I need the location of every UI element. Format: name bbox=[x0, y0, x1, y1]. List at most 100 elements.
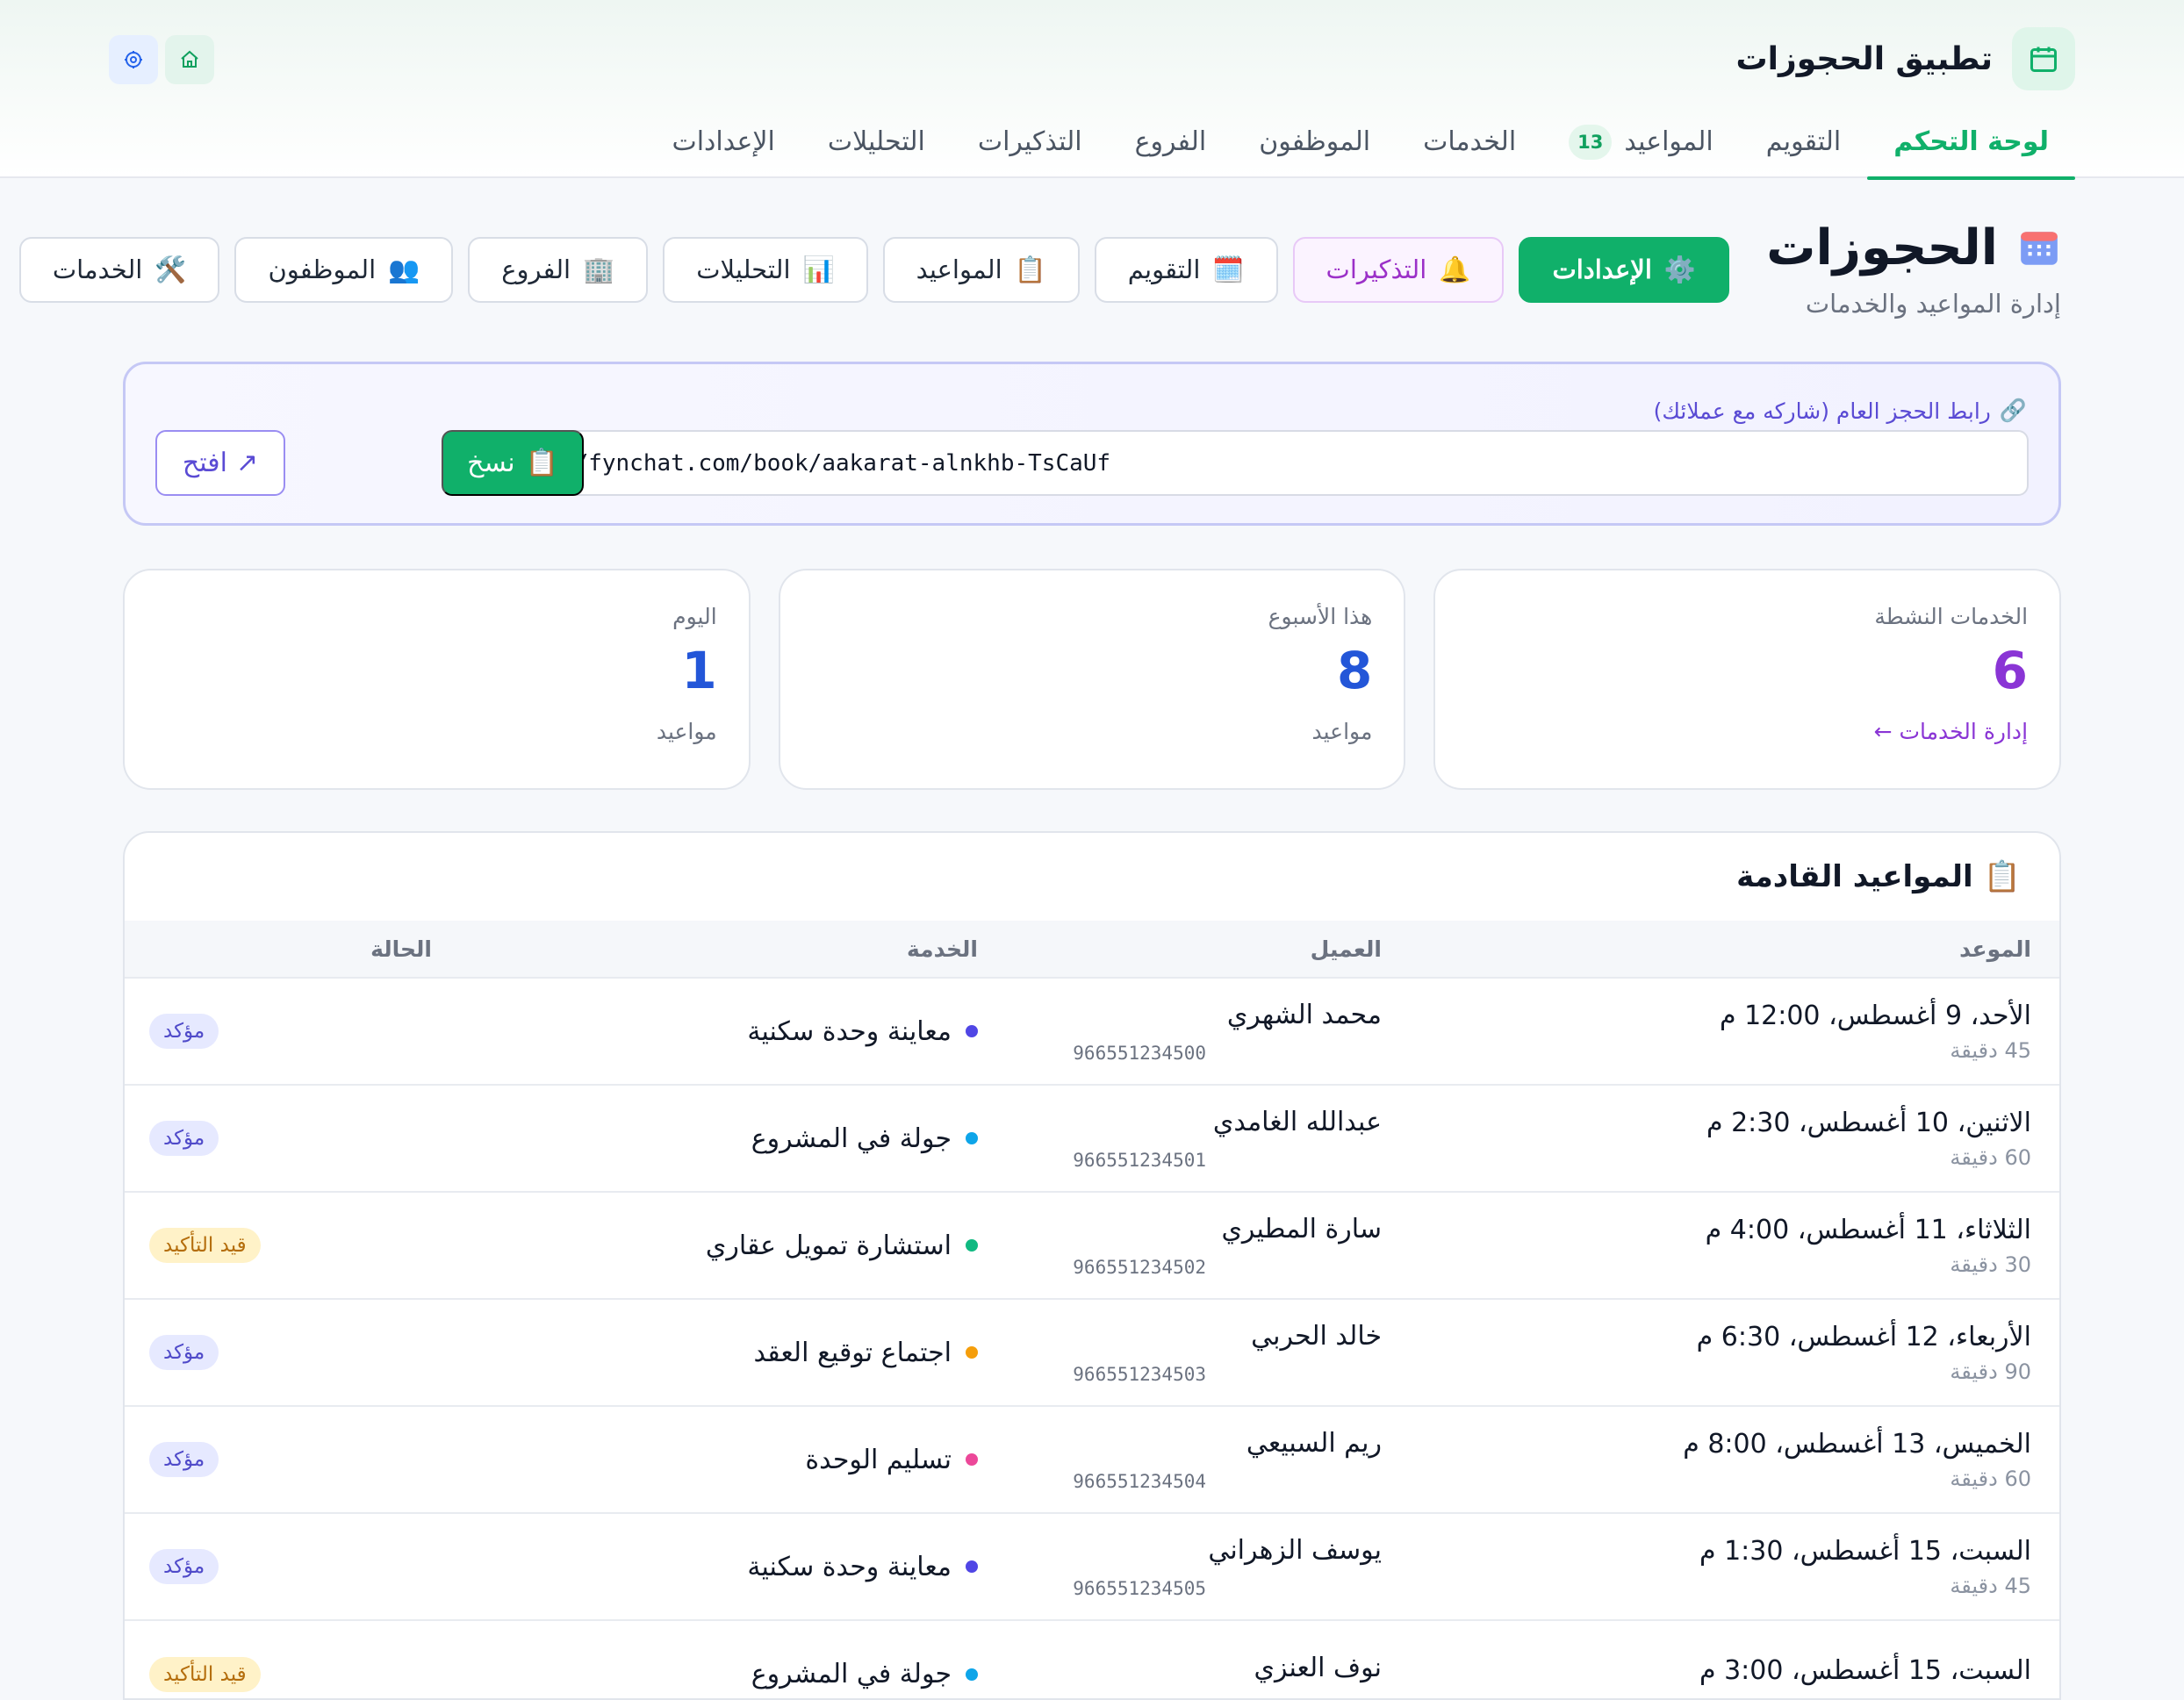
appointment-duration: 90 دقيقة bbox=[1950, 1359, 2031, 1384]
settings-button[interactable]: ⚙️ الإعدادات bbox=[1519, 237, 1729, 303]
appointment-duration: 45 دقيقة bbox=[1950, 1573, 2031, 1598]
booking-link-label: 🔗 رابط الحجز العام (شاركه مع عملائك) bbox=[1654, 398, 2027, 424]
clipboard-icon: 📋 bbox=[1983, 859, 2021, 894]
copy-link-button[interactable]: 📋 نسخ bbox=[442, 430, 584, 496]
customer-name: يوسف الزهراني bbox=[1208, 1534, 1382, 1566]
table-row[interactable]: السبت، 15 أغسطس، 1:30 م 45 دقيقة يوسف الز… bbox=[125, 1513, 2059, 1620]
open-label: افتح bbox=[182, 448, 227, 477]
tab-label: الفروع bbox=[1134, 126, 1207, 157]
service-name: معاينة وحدة سكنية bbox=[747, 1015, 952, 1047]
top-icons bbox=[109, 35, 214, 84]
service-name: جولة في المشروع bbox=[751, 1123, 952, 1154]
button-label: المواعيد bbox=[916, 256, 1002, 284]
appointment-datetime: الخميس، 13 أغسطس، 8:00 م bbox=[1683, 1428, 2031, 1460]
branches-button[interactable]: 🏢 الفروع bbox=[468, 237, 649, 303]
staff-button[interactable]: 👥 الموظفون bbox=[234, 237, 454, 303]
stat-label: الخدمات النشطة bbox=[1874, 604, 2029, 629]
appointment-duration: 60 دقيقة bbox=[1950, 1466, 2031, 1491]
tab-label: الخدمات bbox=[1423, 126, 1517, 157]
tab-label: التقويم bbox=[1765, 126, 1842, 157]
service-cell: معاينة وحدة سكنية bbox=[488, 1552, 978, 1582]
service-cell: تسليم الوحدة bbox=[488, 1445, 978, 1475]
customer-name: خالد الحربي bbox=[1251, 1320, 1382, 1352]
table-row[interactable]: السبت، 15 أغسطس، 3:00 م نوف العنزي جولة … bbox=[125, 1620, 2059, 1698]
table-row[interactable]: الثلاثاء، 11 أغسطس، 4:00 م 30 دقيقة سارة … bbox=[125, 1192, 2059, 1299]
table-header-row: الموعد العميل الخدمة الحالة bbox=[125, 921, 2059, 978]
booking-link-input[interactable] bbox=[456, 430, 2029, 496]
service-color-dot bbox=[966, 1025, 978, 1037]
tab-reminders[interactable]: التذكيرات bbox=[952, 105, 1109, 178]
appointment-datetime: الأربعاء، 12 أغسطس، 6:30 م bbox=[1696, 1321, 2031, 1352]
booking-link-text: رابط الحجز العام (شاركه مع عملائك) bbox=[1653, 398, 1991, 424]
customer-phone: 966551234502 bbox=[1073, 1256, 1206, 1278]
app-header: تطبيق الحجوزات لوحة التحكم التقويم الموا… bbox=[0, 0, 2184, 180]
table-row[interactable]: الخميس، 13 أغسطس، 8:00 م 60 دقيقة ريم الس… bbox=[125, 1406, 2059, 1513]
button-label: الخدمات bbox=[52, 256, 143, 284]
tab-label: التذكيرات bbox=[977, 126, 1082, 157]
quick-actions: 🛠️ الخدمات 👥 الموظفون 🏢 الفروع 📊 التحليل… bbox=[18, 237, 1729, 303]
customer-name: عبدالله الغامدي bbox=[1212, 1106, 1382, 1137]
calendar-button[interactable]: 🗓️ التقويم bbox=[1094, 237, 1278, 303]
appointment-duration: 60 دقيقة bbox=[1950, 1144, 2031, 1170]
service-cell: جولة في المشروع bbox=[488, 1123, 978, 1154]
tools-icon: 🛠️ bbox=[154, 255, 187, 284]
service-color-dot bbox=[966, 1239, 978, 1252]
tab-settings[interactable]: الإعدادات bbox=[645, 105, 801, 178]
service-cell: استشارة تمويل عقاري bbox=[488, 1230, 978, 1261]
upcoming-appointments-card: 📋 المواعيد القادمة الموعد العميل الخدمة … bbox=[123, 831, 2061, 1700]
table-row[interactable]: الأحد، 9 أغسطس، 12:00 م 45 دقيقة محمد الش… bbox=[125, 978, 2059, 1085]
today-stat-card: اليوم 1 مواعيد bbox=[123, 569, 751, 790]
tab-analytics[interactable]: التحليلات bbox=[801, 105, 952, 178]
tab-calendar[interactable]: التقويم bbox=[1740, 105, 1868, 178]
tab-staff[interactable]: الموظفون bbox=[1232, 105, 1397, 178]
calendar-icon: 🗓️ bbox=[1212, 255, 1245, 284]
appointments-button[interactable]: 📋 المواعيد bbox=[882, 237, 1080, 303]
manage-services-link[interactable]: إدارة الخدمات ← bbox=[1435, 719, 2028, 744]
tab-label: الموظفون bbox=[1259, 126, 1371, 157]
service-name: تسليم الوحدة bbox=[805, 1444, 952, 1475]
open-link-button[interactable]: ↗ افتح bbox=[155, 430, 285, 496]
stats-cards: اليوم 1 مواعيد هذا الأسبوع 8 مواعيد الخد… bbox=[123, 569, 2062, 790]
service-cell: اجتماع توقيع العقد bbox=[488, 1338, 978, 1368]
stat-value: 8 bbox=[1336, 641, 1373, 700]
week-stat-card: هذا الأسبوع 8 مواعيد bbox=[778, 569, 1406, 790]
public-booking-link-card: 🔗 رابط الحجز العام (شاركه مع عملائك) 📋 ن… bbox=[123, 362, 2061, 526]
status-badge: قيد التأكيد bbox=[149, 1656, 261, 1692]
brand: تطبيق الحجوزات bbox=[1735, 26, 2075, 91]
settings-icon[interactable] bbox=[109, 35, 158, 84]
tab-label: المواعيد bbox=[1624, 126, 1713, 157]
appointments-count-badge: 13 bbox=[1569, 124, 1613, 160]
status-badge: مؤكد bbox=[149, 1014, 219, 1049]
table-row[interactable]: الأربعاء، 12 أغسطس، 6:30 م 90 دقيقة خالد … bbox=[125, 1299, 2059, 1406]
customer-phone: 966551234505 bbox=[1073, 1577, 1206, 1599]
stat-label: هذا الأسبوع bbox=[1268, 604, 1373, 629]
service-name: معاينة وحدة سكنية bbox=[747, 1551, 952, 1582]
tab-label: الإعدادات bbox=[672, 126, 775, 157]
table-row[interactable]: الاثنين، 10 أغسطس، 2:30 م 60 دقيقة عبدالل… bbox=[125, 1085, 2059, 1192]
bar-chart-icon: 📊 bbox=[802, 255, 835, 284]
upcoming-appointments-table: الموعد العميل الخدمة الحالة الأحد، 9 أغس… bbox=[125, 921, 2059, 1698]
analytics-button[interactable]: 📊 التحليلات bbox=[663, 237, 868, 303]
grid-calendar-icon bbox=[2017, 226, 2061, 270]
button-label: التقويم bbox=[1127, 256, 1201, 284]
tab-branches[interactable]: الفروع bbox=[1109, 105, 1233, 178]
service-cell: معاينة وحدة سكنية bbox=[488, 1016, 978, 1047]
column-header: العميل bbox=[1310, 936, 1382, 962]
main-navigation: لوحة التحكم التقويم المواعيد 13 الخدمات … bbox=[645, 105, 2075, 180]
service-name: استشارة تمويل عقاري bbox=[705, 1230, 952, 1261]
button-label: التذكيرات bbox=[1325, 256, 1427, 284]
appointment-datetime: السبت، 15 أغسطس، 1:30 م bbox=[1699, 1535, 2031, 1567]
calendar-icon[interactable] bbox=[2012, 27, 2075, 90]
service-name: اجتماع توقيع العقد bbox=[753, 1337, 952, 1368]
tab-appointments[interactable]: المواعيد 13 bbox=[1542, 105, 1740, 178]
customer-phone: 966551234501 bbox=[1073, 1149, 1206, 1171]
appointment-datetime: الاثنين، 10 أغسطس، 2:30 م bbox=[1706, 1107, 2031, 1138]
tab-dashboard[interactable]: لوحة التحكم bbox=[1867, 105, 2075, 180]
home-icon[interactable] bbox=[165, 35, 214, 84]
reminders-button[interactable]: 🔔 التذكيرات bbox=[1292, 237, 1505, 303]
tab-services[interactable]: الخدمات bbox=[1397, 105, 1542, 178]
copy-label: نسخ bbox=[467, 448, 515, 477]
services-button[interactable]: 🛠️ الخدمات bbox=[18, 237, 220, 303]
external-link-icon: ↗ bbox=[235, 448, 259, 477]
upcoming-title-text: المواعيد القادمة bbox=[1736, 859, 1973, 894]
